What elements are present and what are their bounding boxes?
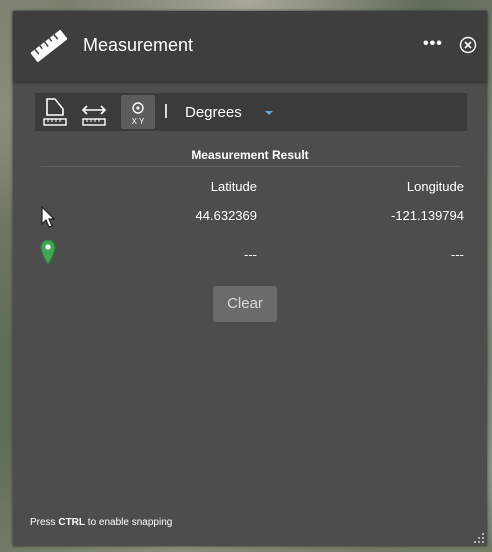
hint-prefix: Press	[30, 517, 56, 528]
distance-tool-button[interactable]	[77, 95, 111, 129]
panel-header: Measurement •••	[13, 11, 487, 81]
measurement-toolbar: X Y Degrees	[35, 93, 467, 131]
hint-key: CTRL	[58, 517, 86, 528]
panel-title: Measurement	[83, 35, 194, 55]
chevron-down-icon	[265, 111, 273, 115]
column-header-longitude: Longitude	[406, 179, 464, 194]
unit-dropdown-value: Degrees	[185, 104, 242, 121]
clear-button[interactable]: Clear	[213, 286, 277, 322]
column-header-latitude: Latitude	[210, 179, 257, 194]
location-tool-caption: X Y	[132, 117, 145, 126]
green-marker-icon	[40, 239, 56, 265]
location-tool-button[interactable]: X Y	[121, 95, 155, 129]
unit-dropdown[interactable]: Degrees	[185, 101, 285, 123]
toolbar-divider	[165, 104, 167, 118]
snapping-hint: Press CTRL to enable snapping	[30, 517, 172, 528]
measurement-panel: Measurement ••• X Y Degrees Measurement …	[13, 11, 487, 546]
cursor-longitude: -121.139794	[390, 208, 464, 223]
hint-suffix: to enable snapping	[87, 517, 173, 528]
distance-ruler-icon	[81, 105, 107, 126]
marker-latitude: ---	[244, 247, 257, 262]
cursor-arrow-icon	[41, 205, 56, 228]
area-ruler-icon	[43, 98, 67, 126]
cursor-latitude: 44.632369	[195, 208, 257, 223]
result-heading: Measurement Result	[191, 148, 309, 162]
ruler-icon	[30, 29, 68, 63]
resize-handle-icon[interactable]	[473, 532, 485, 544]
area-tool-button[interactable]	[38, 95, 72, 129]
result-divider	[41, 166, 461, 167]
close-icon[interactable]	[459, 36, 477, 54]
location-xy-icon: X Y	[132, 102, 145, 126]
marker-longitude: ---	[451, 247, 464, 262]
more-options-button[interactable]: •••	[423, 33, 445, 55]
